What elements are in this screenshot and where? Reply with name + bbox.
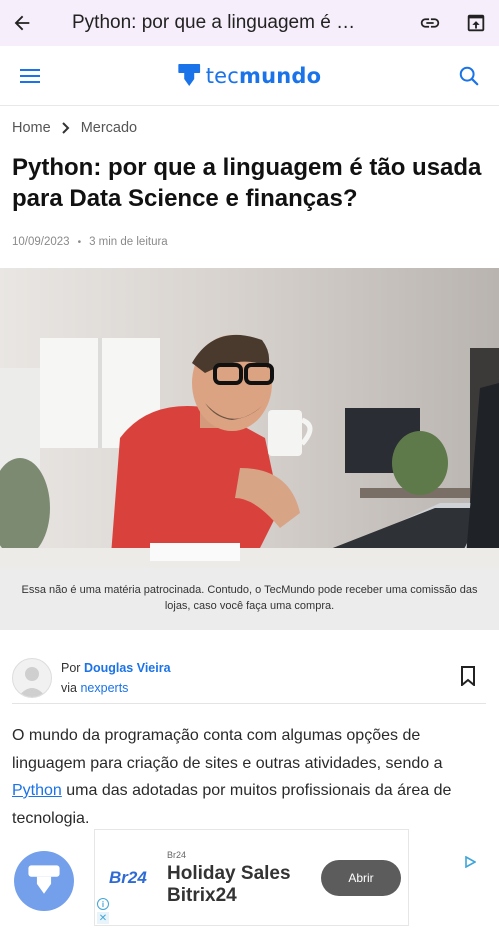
site-header: tecmundo xyxy=(0,46,499,106)
breadcrumb: Home Mercado xyxy=(12,120,137,136)
author-prefix: Por xyxy=(61,660,81,675)
ad-info-icon[interactable]: i xyxy=(97,898,109,910)
ad-brand-logo: Br24 xyxy=(109,868,147,887)
author-line: Por Douglas Vieira xyxy=(61,658,171,678)
article-title: Python: por que a linguagem é tão usada … xyxy=(12,154,482,212)
author-avatar[interactable] xyxy=(12,657,52,698)
body-text-before: O mundo da programação conta com algumas… xyxy=(12,727,443,772)
person-icon xyxy=(18,666,46,697)
chevron-right-icon xyxy=(61,122,70,134)
ad-advertiser-label: Br24 xyxy=(167,850,187,860)
site-logo[interactable]: tecmundo xyxy=(177,63,322,88)
menu-icon xyxy=(20,68,40,83)
floating-tecmundo-button[interactable] xyxy=(14,851,74,911)
search-button[interactable] xyxy=(455,62,483,90)
breadcrumb-mercado[interactable]: Mercado xyxy=(81,120,137,136)
article-hero-image xyxy=(0,268,499,568)
ad-close-icon[interactable]: ✕ xyxy=(97,912,109,924)
ad-choices-button[interactable] xyxy=(464,855,477,873)
menu-button[interactable] xyxy=(16,62,44,90)
share-icon xyxy=(467,14,485,32)
tecmundo-logo-icon xyxy=(28,865,60,894)
search-icon xyxy=(459,66,479,85)
ad-open-button[interactable]: Abrir xyxy=(321,860,401,896)
link-icon xyxy=(420,18,440,28)
source-link[interactable]: nexperts xyxy=(80,681,128,695)
bookmark-icon xyxy=(461,666,475,688)
ad-banner[interactable]: Br24 Br24 Holiday Sales Bitrix24 Abrir i… xyxy=(94,829,409,926)
breadcrumb-home[interactable]: Home xyxy=(12,120,51,136)
meta-separator: • xyxy=(77,236,82,248)
bookmark-button[interactable] xyxy=(460,666,476,691)
browser-toolbar: Python: por que a linguagem é … xyxy=(0,0,499,46)
logo-text-mundo: mundo xyxy=(239,63,322,88)
python-link[interactable]: Python xyxy=(12,782,62,799)
author-name-link[interactable]: Douglas Vieira xyxy=(84,661,171,675)
tecmundo-logo-icon xyxy=(177,63,200,86)
play-triangle-icon xyxy=(465,855,477,869)
copy-link-button[interactable] xyxy=(407,0,453,46)
article-date: 10/09/2023 xyxy=(12,236,70,248)
body-text-after: uma das adotadas por muitos profissionai… xyxy=(12,782,452,827)
article-meta: 10/09/2023 • 3 min de leitura xyxy=(12,236,168,248)
browser-page-title: Python: por que a linguagem é … xyxy=(72,12,356,33)
author-info: Por Douglas Vieira via nexperts xyxy=(61,658,171,698)
logo-text: tecmundo xyxy=(206,64,322,88)
logo-text-tec: tec xyxy=(205,63,240,88)
source-line: via nexperts xyxy=(61,678,171,698)
back-button[interactable] xyxy=(0,0,44,46)
back-arrow-icon xyxy=(14,15,30,31)
read-time: 3 min de leitura xyxy=(89,236,168,248)
via-prefix: via xyxy=(61,680,77,695)
ad-title: Holiday Sales Bitrix24 xyxy=(167,863,291,906)
affiliate-disclaimer: Essa não é uma matéria patrocinada. Cont… xyxy=(0,568,499,630)
author-block: Por Douglas Vieira via nexperts xyxy=(12,652,486,704)
share-button[interactable] xyxy=(453,0,499,46)
article-body-paragraph: O mundo da programação conta com algumas… xyxy=(12,722,488,832)
